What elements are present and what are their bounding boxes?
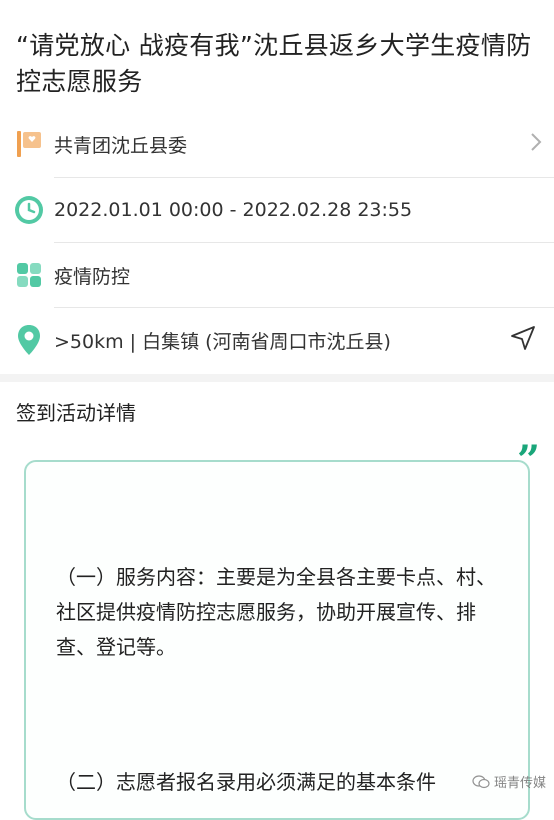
clock-icon <box>14 195 44 225</box>
quote-icon: ” <box>516 437 540 484</box>
location-text: >50km | 白集镇 (河南省周口市沈丘县) <box>54 330 391 353</box>
chevron-right-icon <box>530 132 542 156</box>
wechat-icon <box>472 774 490 789</box>
details-paragraph-1: （一）服务内容：主要是为全县各主要卡点、村、社区提供疫情防控志愿服务，协助开展宣… <box>56 565 496 659</box>
category-row: 疫情防控 <box>0 243 554 307</box>
category-label: 疫情防控 <box>54 265 131 288</box>
organizer-row[interactable]: 共青团沈丘县委 <box>0 112 554 176</box>
grid-apps-icon <box>14 260 44 290</box>
location-row[interactable]: >50km | 白集镇 (河南省周口市沈丘县) <box>0 308 554 372</box>
organizer-name: 共青团沈丘县委 <box>54 134 188 157</box>
watermark-text: 瑶青传媒 <box>493 776 546 791</box>
section-title: 签到活动详情 <box>16 401 136 425</box>
section-gap <box>0 374 554 382</box>
time-range: 2022.01.01 00:00 - 2022.02.28 23:55 <box>54 199 413 221</box>
watermark: 瑶青传媒 <box>472 772 546 791</box>
location-pin-icon <box>14 325 44 355</box>
flag-icon <box>14 129 44 159</box>
time-row: 2022.01.01 00:00 - 2022.02.28 23:55 <box>0 178 554 242</box>
details-paragraph-2: （二）志愿者报名录用必须满足的基本条件 <box>56 770 436 794</box>
page-title: “请党放心 战疫有我”沈丘县返乡大学生疫情防控志愿服务 <box>16 31 532 96</box>
navigation-arrow-icon[interactable] <box>510 325 536 355</box>
